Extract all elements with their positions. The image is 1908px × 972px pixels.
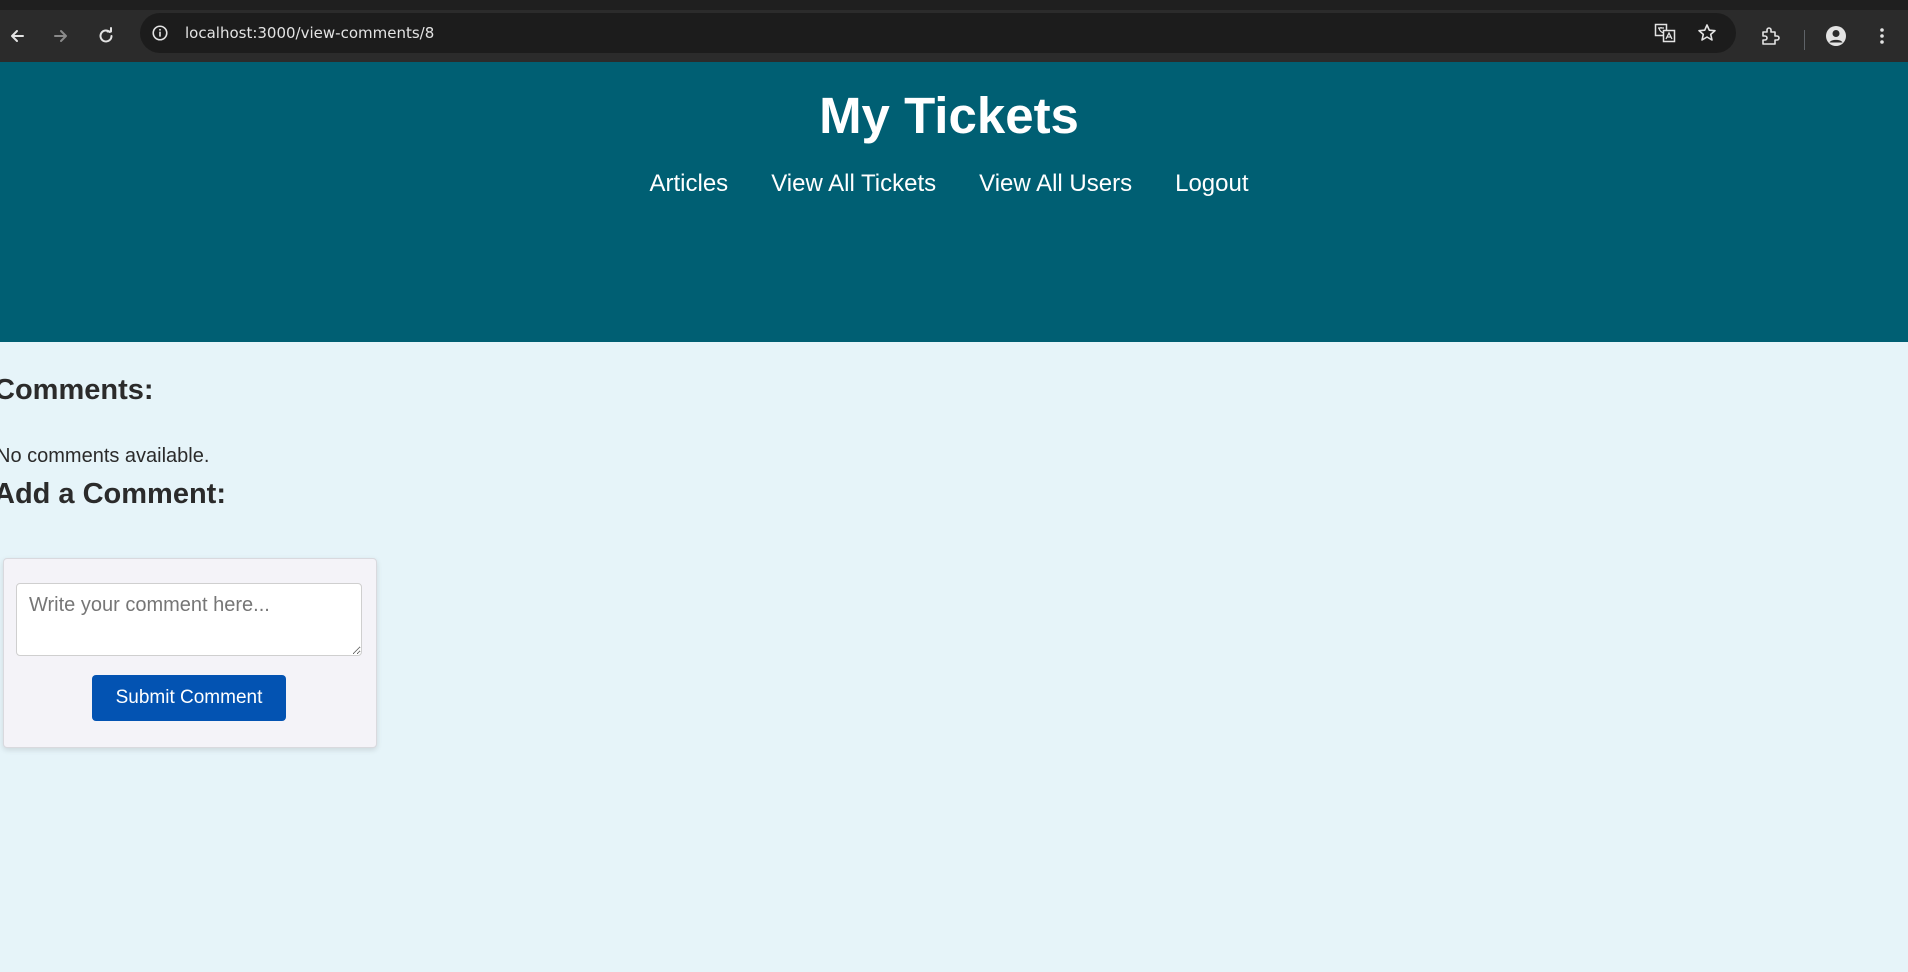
reload-button[interactable] — [92, 22, 120, 50]
nav-link-articles[interactable]: Articles — [650, 170, 729, 198]
forward-arrow-icon — [54, 30, 67, 42]
site-header: My Tickets Articles View All Tickets Vie… — [0, 62, 1908, 342]
add-comment-heading: Add a Comment: — [0, 478, 226, 510]
profile-button[interactable] — [1822, 22, 1850, 50]
submit-comment-button[interactable]: Submit Comment — [92, 675, 286, 721]
back-arrow-icon — [11, 30, 24, 42]
back-button[interactable] — [3, 22, 31, 50]
main-nav: Articles View All Tickets View All Users… — [0, 170, 1898, 198]
bookmark-button[interactable] — [1695, 21, 1719, 45]
site-info-button[interactable] — [148, 21, 172, 45]
more-menu-button[interactable] — [1868, 22, 1896, 50]
toolbar-separator — [1804, 30, 1805, 50]
translate-button[interactable] — [1653, 21, 1677, 45]
page-title: My Tickets — [819, 87, 1079, 144]
comment-textarea[interactable] — [16, 583, 362, 656]
forward-button[interactable] — [47, 22, 75, 50]
site-info-icon — [152, 25, 168, 41]
browser-toolbar: localhost:3000/view-comments/8 — [0, 10, 1908, 62]
nav-link-view-all-users[interactable]: View All Users — [979, 170, 1132, 198]
browser-tab-strip — [0, 0, 1908, 10]
extensions-icon — [1762, 27, 1780, 45]
address-bar[interactable]: localhost:3000/view-comments/8 — [140, 13, 1736, 53]
nav-link-logout[interactable]: Logout — [1175, 170, 1248, 198]
translate-icon — [1654, 23, 1676, 43]
more-menu-icon — [1880, 28, 1884, 44]
address-url[interactable]: localhost:3000/view-comments/8 — [185, 24, 434, 42]
no-comments-message: No comments available. — [0, 445, 210, 467]
reload-icon — [99, 27, 113, 43]
extensions-button[interactable] — [1756, 22, 1784, 50]
profile-icon — [1826, 26, 1846, 46]
comments-heading: Comments: — [0, 374, 154, 406]
bookmark-star-icon — [1698, 24, 1716, 41]
comment-form: Submit Comment — [3, 558, 377, 748]
nav-link-view-all-tickets[interactable]: View All Tickets — [771, 170, 936, 198]
